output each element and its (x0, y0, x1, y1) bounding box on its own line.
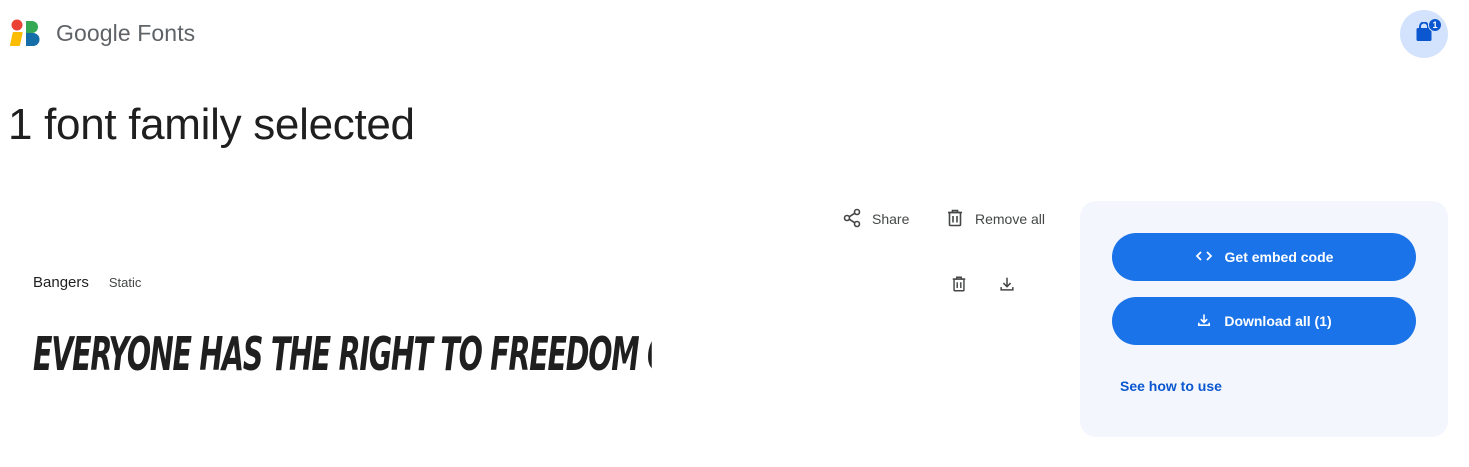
share-icon (842, 208, 862, 231)
share-button[interactable]: Share (842, 205, 909, 233)
family-name[interactable]: Bangers (33, 274, 89, 291)
download-all-button[interactable]: Download all (1) (1112, 297, 1416, 345)
font-family-header: Bangers Static (33, 274, 141, 291)
trash-icon (945, 208, 965, 231)
remove-all-label: Remove all (975, 211, 1046, 227)
download-family-button[interactable] (993, 272, 1021, 300)
page-title: 1 font family selected (8, 100, 415, 149)
sample-fade-overlay (950, 322, 1032, 386)
font-sample-text[interactable]: EVERYONE HAS THE RIGHT TO FREEDOM OF THO… (33, 322, 652, 386)
top-app-bar: Google Fonts 1 (0, 0, 1469, 68)
selection-side-panel: Get embed code Download all (1) See how … (1080, 201, 1448, 437)
get-embed-code-label: Get embed code (1224, 249, 1334, 265)
google-fonts-logo-icon (10, 17, 42, 49)
app-name: Google Fonts (56, 19, 196, 46)
download-all-label: Download all (1) (1224, 313, 1332, 329)
download-icon (998, 275, 1016, 298)
code-icon (1195, 249, 1213, 266)
download-icon (1196, 312, 1212, 331)
selected-families-button[interactable]: 1 (1400, 10, 1448, 58)
remove-all-button[interactable]: Remove all (945, 205, 1045, 233)
google-fonts-logo[interactable]: Google Fonts (10, 17, 195, 49)
see-how-to-use-link[interactable]: See how to use (1120, 378, 1222, 394)
remove-family-button[interactable] (945, 272, 973, 300)
trash-icon (950, 275, 968, 298)
get-embed-code-button[interactable]: Get embed code (1112, 233, 1416, 281)
family-style-tag: Static (108, 275, 142, 290)
cart-count-badge: 1 (1428, 18, 1442, 32)
share-label: Share (872, 211, 910, 227)
